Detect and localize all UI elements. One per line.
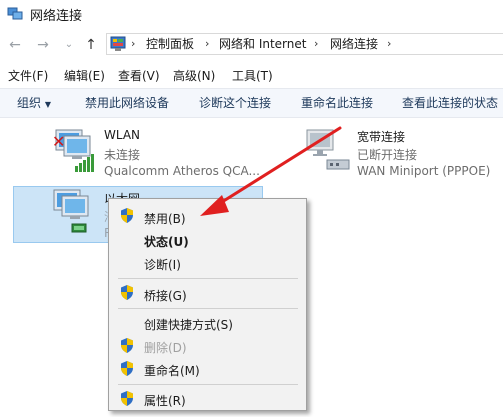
up-arrow-icon[interactable]: ↑ [84, 34, 98, 56]
breadcrumb-separator-icon[interactable]: › [131, 36, 135, 52]
rename-button[interactable]: 重命名此连接 [301, 94, 373, 111]
broadband-adapter-icon [306, 129, 350, 170]
breadcrumb-separator-icon[interactable]: › [205, 36, 209, 52]
ctx-status[interactable]: 状态(U) [144, 233, 189, 250]
organize-button[interactable]: 组织 ▼ [17, 94, 51, 111]
ctx-diagnose[interactable]: 诊断(I) [144, 256, 181, 273]
ctx-rename[interactable]: 重命名(M) [144, 362, 200, 379]
uac-shield-icon [121, 361, 133, 376]
disable-device-button[interactable]: 禁用此网络设备 [85, 94, 169, 111]
menu-advanced[interactable]: 高级(N) [173, 67, 215, 84]
ctx-bridge[interactable]: 桥接(G) [144, 287, 187, 304]
breadcrumb-network-connections[interactable]: 网络连接 [330, 36, 378, 52]
forward-arrow-icon[interactable]: → [36, 34, 50, 56]
back-arrow-icon[interactable]: ← [8, 34, 22, 56]
menu-file[interactable]: 文件(F) [8, 67, 48, 84]
broadband-status: 已断开连接 [357, 148, 418, 162]
view-status-button[interactable]: 查看此连接的状态 [402, 94, 498, 111]
broadband-name: 宽带连接 [357, 130, 406, 144]
uac-shield-icon [121, 391, 133, 406]
ctx-delete: 删除(D) [144, 341, 187, 355]
menu-tools[interactable]: 工具(T) [232, 67, 273, 84]
diagnose-button[interactable]: 诊断这个连接 [199, 94, 271, 111]
ctx-disable[interactable]: 禁用(B) [144, 210, 186, 227]
title-bar: 网络连接 [0, 0, 503, 28]
broadband-device: WAN Miniport (PPPOE) [357, 164, 491, 178]
breadcrumb-network-internet[interactable]: 网络和 Internet [219, 36, 306, 52]
recent-dropdown-icon[interactable]: ⌄ [63, 34, 75, 56]
ethernet-adapter-icon [53, 189, 89, 233]
menu-divider [118, 278, 298, 279]
ctx-create-shortcut[interactable]: 创建快捷方式(S) [144, 316, 233, 333]
menu-view[interactable]: 查看(V) [118, 67, 160, 84]
window-title: 网络连接 [30, 9, 83, 24]
network-connections-icon [7, 7, 23, 20]
ctx-properties[interactable]: 属性(R) [144, 392, 186, 409]
dropdown-triangle-icon: ▼ [44, 100, 51, 109]
menu-divider [118, 384, 298, 385]
uac-shield-icon [121, 208, 133, 223]
breadcrumb-separator-icon[interactable]: › [387, 36, 391, 52]
wlan-status: 未连接 [104, 148, 141, 162]
menu-divider [118, 308, 298, 309]
disconnected-x-icon: ✕ [52, 132, 66, 151]
control-panel-icon [110, 36, 126, 51]
context-menu [108, 198, 307, 411]
menu-edit[interactable]: 编辑(E) [64, 67, 105, 84]
wlan-device: Qualcomm Atheros QCA... [104, 164, 260, 178]
breadcrumb-separator-icon[interactable]: › [314, 36, 318, 52]
breadcrumb-control-panel[interactable]: 控制面板 [146, 36, 194, 52]
uac-shield-icon [121, 285, 133, 300]
uac-shield-icon [121, 338, 133, 353]
wlan-name: WLAN [104, 128, 141, 142]
